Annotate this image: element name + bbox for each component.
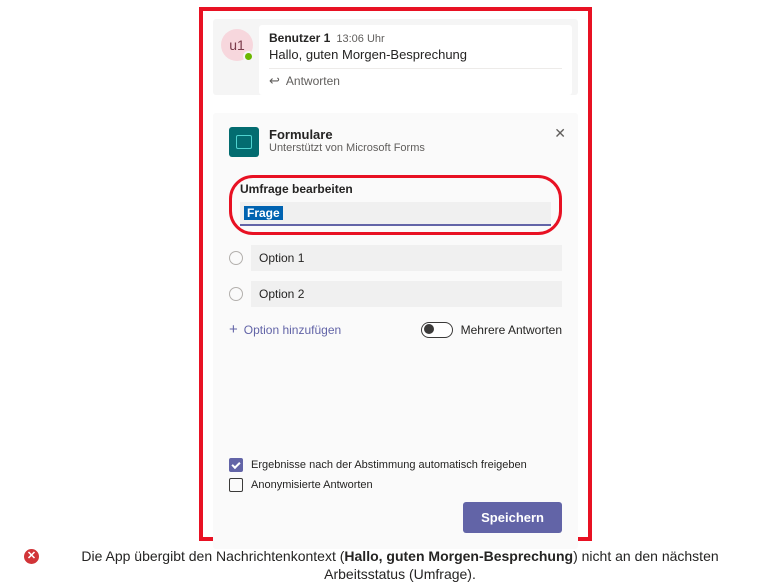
- highlight-frame: u1 Benutzer 1 13:06 Uhr Hallo, guten Mor…: [199, 7, 592, 541]
- multiple-answers-label: Mehrere Antworten: [461, 323, 562, 337]
- caption-prefix: Die App übergibt den Nachrichtenkontext …: [81, 548, 344, 564]
- forms-title: Formulare: [269, 127, 425, 142]
- message-time: 13:06 Uhr: [336, 33, 384, 45]
- avatar-initials: u1: [229, 37, 245, 53]
- option-input[interactable]: Option 1: [251, 245, 562, 271]
- forms-subtitle: Unterstützt von Microsoft Forms: [269, 142, 425, 154]
- plus-icon: +: [229, 321, 238, 338]
- save-button[interactable]: Speichern: [463, 502, 562, 533]
- option-label: Option 1: [259, 251, 304, 265]
- share-results-label: Ergebnisse nach der Abstimmung automatis…: [251, 459, 527, 471]
- add-option-label: Option hinzufügen: [244, 323, 341, 337]
- close-icon[interactable]: ✕: [554, 125, 566, 142]
- reply-button[interactable]: ↩ Antworten: [269, 68, 562, 95]
- option-row: Option 2: [229, 281, 562, 307]
- share-results-checkbox[interactable]: [229, 458, 243, 472]
- message-text: Hallo, guten Morgen-Besprechung: [269, 47, 562, 62]
- option-label: Option 2: [259, 287, 304, 301]
- avatar[interactable]: u1: [221, 29, 253, 61]
- forms-app-icon: [229, 127, 259, 157]
- multiple-answers-toggle[interactable]: [421, 322, 453, 338]
- presence-available-icon: [243, 51, 254, 62]
- question-value: Frage: [244, 206, 283, 220]
- caption-bold: Hallo, guten Morgen-Besprechung: [344, 548, 573, 564]
- radio-icon[interactable]: [229, 287, 243, 301]
- question-input[interactable]: Frage: [240, 202, 551, 226]
- option-input[interactable]: Option 2: [251, 281, 562, 307]
- anonymous-label: Anonymisierte Antworten: [251, 479, 373, 491]
- forms-card: ✕ Formulare Unterstützt von Microsoft Fo…: [213, 113, 578, 549]
- option-row: Option 1: [229, 245, 562, 271]
- save-label: Speichern: [481, 510, 544, 525]
- reply-label: Antworten: [286, 74, 340, 88]
- reply-icon: ↩: [269, 73, 280, 89]
- edit-highlight: Umfrage bearbeiten Frage: [229, 175, 562, 235]
- radio-icon[interactable]: [229, 251, 243, 265]
- message-card: u1 Benutzer 1 13:06 Uhr Hallo, guten Mor…: [213, 19, 578, 95]
- add-option-button[interactable]: + Option hinzufügen: [229, 321, 341, 338]
- error-icon: ✕: [24, 549, 39, 564]
- message-author: Benutzer 1: [269, 31, 330, 45]
- edit-heading: Umfrage bearbeiten: [240, 182, 551, 196]
- anonymous-checkbox[interactable]: [229, 478, 243, 492]
- caption: ✕ Die App übergibt den Nachrichtenkontex…: [0, 547, 781, 583]
